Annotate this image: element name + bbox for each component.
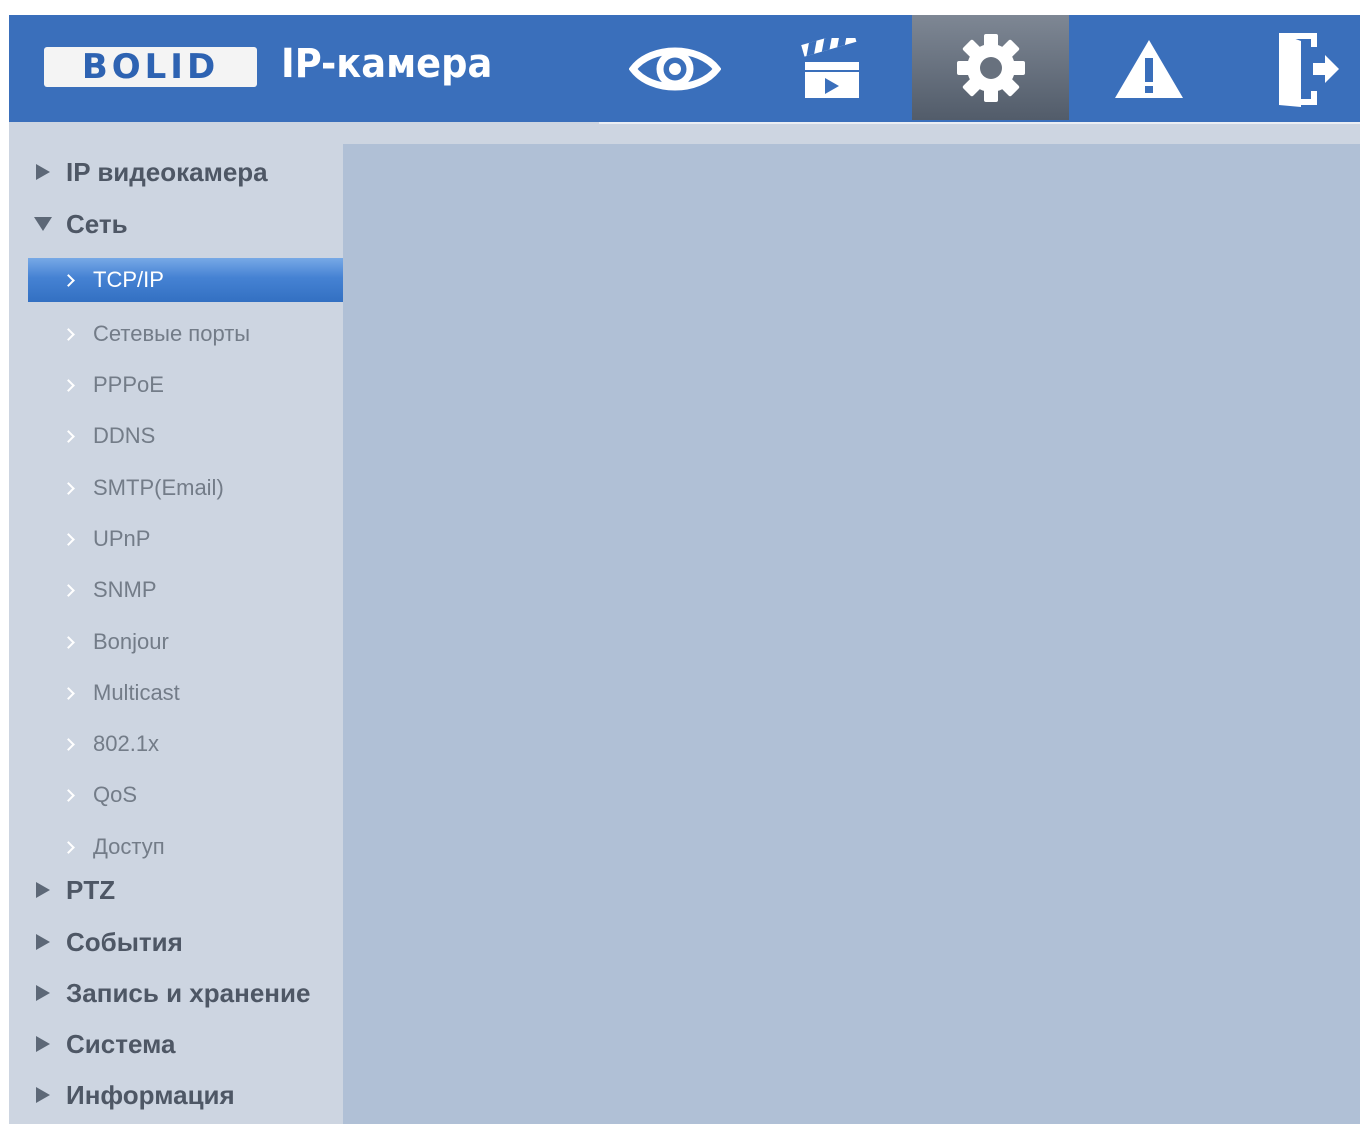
exit-icon [1278, 32, 1339, 107]
sidebar-item-label: PPPoE [93, 372, 164, 397]
sidebar-item-upnp[interactable]: UPnP [28, 517, 343, 561]
chevron-right-icon [62, 532, 75, 546]
chevron-right-icon [62, 481, 75, 495]
nav-logout-button[interactable] [1229, 15, 1360, 122]
chevron-right-icon [62, 788, 75, 802]
sidebar-section-storage[interactable]: Запись и хранение [9, 973, 343, 1013]
warning-icon [1114, 39, 1183, 98]
sidebar-item-label: TCP/IP [93, 267, 164, 292]
sidebar-menu: IP видеокамера Сеть TCP/IP Сетевые порты… [9, 122, 343, 1124]
nav-live-view-button[interactable] [596, 15, 753, 122]
section-label: PTZ [66, 874, 116, 905]
sidebar-item-label: Multicast [93, 680, 180, 705]
content-panel [343, 144, 1360, 1124]
app-title: IP-камера [281, 41, 493, 87]
chevron-right-icon [62, 429, 75, 443]
chevron-right-icon [62, 686, 75, 700]
sidebar-section-ip-camera[interactable]: IP видеокамера [9, 152, 343, 192]
chevron-right-icon [62, 378, 75, 392]
sidebar-item-label: SNMP [93, 577, 157, 602]
expand-triangle-icon [36, 882, 50, 898]
expand-triangle-icon [36, 985, 50, 1001]
sidebar-item-pppoe[interactable]: PPPoE [28, 363, 343, 407]
chevron-right-icon [62, 737, 75, 751]
sidebar-item-snmp[interactable]: SNMP [28, 568, 343, 612]
sidebar-item-label: Bonjour [93, 629, 169, 654]
header-divider [599, 122, 1360, 124]
sidebar-item-multicast[interactable]: Multicast [28, 671, 343, 715]
sidebar-item-bonjour[interactable]: Bonjour [28, 620, 343, 664]
sidebar-item-label: UPnP [93, 526, 151, 551]
chevron-right-icon [62, 635, 75, 649]
sidebar-item-label: 802.1x [93, 731, 160, 756]
sidebar-item-tcpip[interactable]: TCP/IP [28, 258, 343, 302]
section-label: Информация [66, 1079, 235, 1110]
chevron-right-icon [62, 583, 75, 597]
sidebar-section-events[interactable]: События [9, 922, 343, 962]
chevron-right-icon [62, 327, 75, 341]
top-header: BOLID IP-камера [9, 15, 1360, 122]
sidebar-section-ptz[interactable]: PTZ [9, 870, 343, 910]
section-label: События [66, 926, 183, 957]
section-label: Система [66, 1028, 176, 1059]
sidebar-section-system[interactable]: Система [9, 1024, 343, 1064]
sidebar-item-ddns[interactable]: DDNS [28, 414, 343, 458]
expand-triangle-icon [36, 1087, 50, 1103]
sidebar-item-label: DDNS [93, 423, 156, 448]
sidebar-item-label: Доступ [93, 834, 165, 859]
expand-triangle-icon [36, 934, 50, 950]
sidebar-item-network-ports[interactable]: Сетевые порты [28, 312, 343, 356]
sidebar-item-8021x[interactable]: 802.1x [28, 722, 343, 766]
eye-icon [628, 47, 721, 90]
section-label: IP видеокамера [66, 156, 268, 187]
section-label: Сеть [66, 208, 128, 239]
sidebar-section-network[interactable]: Сеть [9, 204, 343, 244]
sidebar-item-label: SMTP(Email) [93, 475, 224, 500]
nav-alarm-button[interactable] [1070, 15, 1227, 122]
gear-icon [956, 33, 1025, 102]
sidebar-item-label: Сетевые порты [93, 321, 251, 346]
nav-settings-button[interactable] [912, 15, 1069, 120]
expand-triangle-icon [36, 1036, 50, 1052]
brand-logo: BOLID [44, 47, 257, 87]
nav-playback-button[interactable] [753, 15, 910, 122]
logo-text: BOLID [81, 47, 220, 87]
section-label: Запись и хранение [66, 977, 311, 1008]
sidebar-section-info[interactable]: Информация [9, 1075, 343, 1115]
clapperboard-icon [800, 37, 859, 98]
expand-triangle-icon [36, 164, 50, 180]
collapse-triangle-icon [34, 217, 52, 231]
app-window: BOLID IP-камера IP видеокамера Сеть TCP/… [9, 15, 1360, 1124]
chevron-right-icon [62, 273, 75, 287]
sidebar-item-smtp[interactable]: SMTP(Email) [28, 466, 343, 510]
sidebar-item-qos[interactable]: QoS [28, 773, 343, 817]
sidebar-item-label: QoS [93, 782, 138, 807]
sidebar-item-access[interactable]: Доступ [28, 825, 343, 869]
chevron-right-icon [62, 840, 75, 854]
